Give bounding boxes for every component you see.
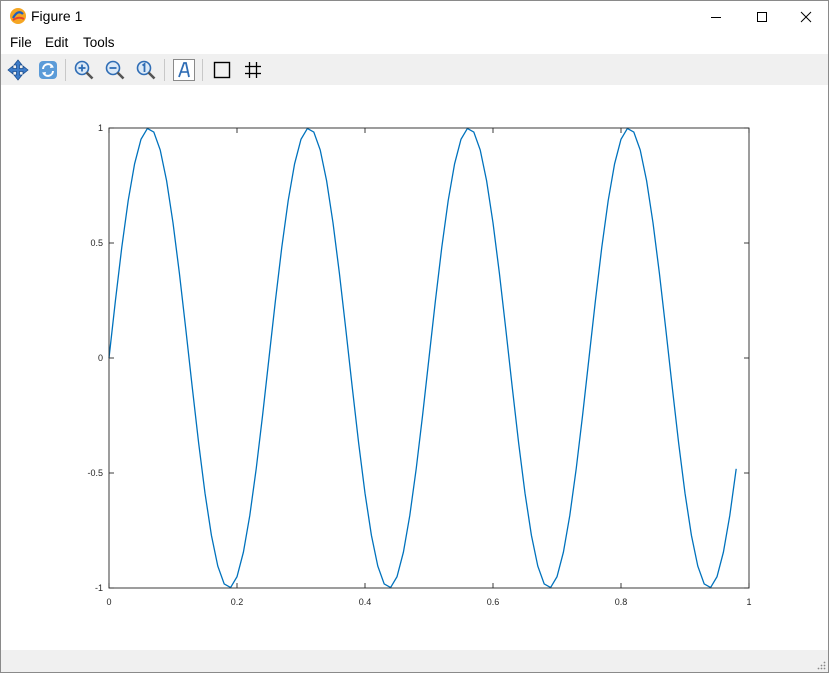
y-tick-label: -1 [95, 583, 103, 593]
pan-icon [6, 58, 29, 81]
zoom-reset-button[interactable] [133, 57, 158, 82]
axes-box-button[interactable] [209, 57, 234, 82]
x-tick-label: 0 [106, 597, 111, 607]
x-tick-label: 0.8 [615, 597, 628, 607]
figure-toolbar [1, 54, 828, 85]
octave-app-icon [10, 8, 26, 24]
menu-edit[interactable]: Edit [45, 35, 68, 50]
window-title: Figure 1 [31, 8, 83, 24]
zoom-out-button[interactable] [102, 57, 127, 82]
toolbar-separator [202, 59, 203, 81]
grid-icon [244, 61, 261, 78]
status-bar [1, 650, 828, 672]
zoom-out-icon [105, 60, 124, 79]
x-tick-label: 0.2 [231, 597, 244, 607]
insert-text-icon [172, 58, 195, 81]
x-tick-label: 0.6 [487, 597, 500, 607]
zoom-in-button[interactable] [71, 57, 96, 82]
minimize-button[interactable] [693, 1, 739, 32]
insert-text-button[interactable] [171, 57, 196, 82]
zoom-in-icon [74, 60, 93, 79]
y-tick-label: 0 [98, 353, 103, 363]
minimize-icon [711, 16, 721, 18]
y-tick-label: 0.5 [90, 238, 103, 248]
menu-tools[interactable]: Tools [83, 35, 115, 50]
maximize-button[interactable] [739, 1, 785, 32]
x-tick-label: 1 [746, 597, 751, 607]
rotate-icon [38, 60, 57, 79]
resize-grip-icon[interactable] [816, 660, 826, 670]
close-icon [800, 11, 812, 22]
y-tick-label: 1 [98, 123, 103, 133]
x-tick-labels: 0 0.2 0.4 0.6 0.8 1 [106, 597, 751, 607]
series-line [108, 127, 737, 589]
menu-bar: File Edit Tools [1, 32, 828, 54]
close-button[interactable] [783, 1, 829, 32]
rotate-button[interactable] [35, 57, 60, 82]
menu-file[interactable]: File [10, 35, 32, 50]
toolbar-separator [65, 59, 66, 81]
figure-canvas[interactable]: 0 0.2 0.4 0.6 0.8 1 1 0.5 0 -0.5 -1 [1, 85, 828, 650]
grid-button[interactable] [240, 57, 265, 82]
y-tick-labels: 1 0.5 0 -0.5 -1 [87, 123, 103, 593]
pan-button[interactable] [5, 57, 30, 82]
maximize-icon [757, 11, 767, 22]
y-tick-label: -0.5 [87, 468, 103, 478]
zoom-reset-icon [136, 60, 155, 79]
x-tick-label: 0.4 [359, 597, 372, 607]
axes-box-icon [213, 61, 230, 78]
figure-window: Figure 1 File Edit Tools 0 0.2 0.4 0.6 0… [0, 0, 829, 673]
title-bar[interactable]: Figure 1 [1, 1, 828, 32]
plot-svg[interactable]: 0 0.2 0.4 0.6 0.8 1 1 0.5 0 -0.5 -1 [1, 85, 828, 650]
toolbar-separator [164, 59, 165, 81]
